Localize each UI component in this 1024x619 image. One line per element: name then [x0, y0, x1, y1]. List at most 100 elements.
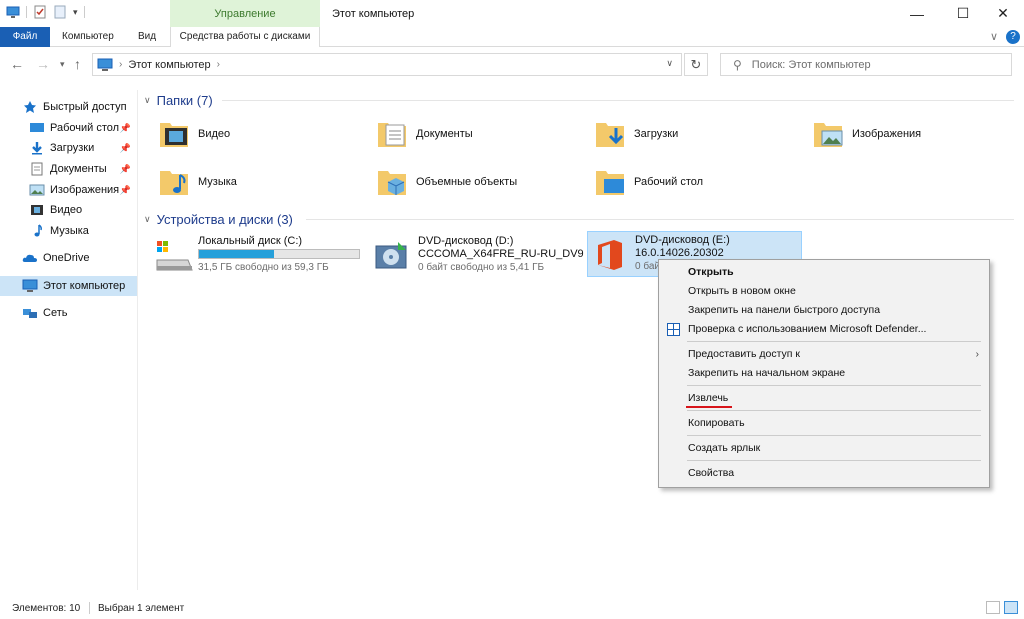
tab-file[interactable]: Файл	[0, 27, 50, 47]
help-icon[interactable]: ?	[1006, 30, 1020, 44]
drive-c[interactable]: Локальный диск (C:) 31,5 ГБ свободно из …	[154, 233, 368, 277]
folder-videos[interactable]: Видео	[158, 112, 230, 156]
chevron-right-icon: ›	[975, 349, 979, 360]
tab-computer[interactable]: Компьютер	[54, 27, 122, 47]
menu-item-pin-start[interactable]: Закрепить на начальном экране	[659, 364, 989, 383]
disk-usage-bar	[198, 249, 360, 259]
chevron-right-icon[interactable]: ›	[119, 59, 122, 70]
menu-separator	[687, 341, 981, 342]
pin-icon[interactable]: 📌	[120, 185, 131, 196]
pictures-folder-icon	[814, 123, 843, 147]
menu-item-properties[interactable]: Свойства	[659, 464, 989, 483]
refresh-button[interactable]: ↻	[684, 53, 708, 76]
menu-item-give-access[interactable]: Предоставить доступ к ›	[659, 345, 989, 364]
group-title: Папки (7)	[156, 92, 213, 108]
pin-icon[interactable]: 📌	[120, 143, 131, 154]
toolbar-divider	[83, 6, 85, 18]
search-box[interactable]: ⚲	[720, 53, 1012, 76]
folder-documents[interactable]: Документы	[376, 112, 473, 156]
back-icon[interactable]: ←	[10, 56, 24, 72]
tiles-view-icon[interactable]	[1004, 601, 1018, 614]
video-icon	[31, 205, 43, 215]
folder-label: Музыка	[198, 176, 237, 188]
minimize-button[interactable]: —	[894, 0, 940, 27]
computer-icon	[97, 58, 113, 71]
menu-item-pin-quick-access[interactable]: Закрепить на панели быстрого доступа	[659, 301, 989, 320]
tab-view[interactable]: Вид	[130, 27, 164, 47]
sidebar-item-this-pc[interactable]: Этот компьютер	[0, 276, 137, 296]
sidebar-item-documents[interactable]: Документы 📌	[0, 159, 137, 179]
sidebar-item-label: Быстрый доступ	[43, 101, 127, 113]
folder-pictures[interactable]: Изображения	[812, 112, 921, 156]
folder-music[interactable]: Музыка	[158, 160, 237, 204]
menu-item-label: Предоставить доступ к	[688, 348, 800, 360]
sidebar-item-onedrive[interactable]: OneDrive	[0, 248, 137, 268]
recent-locations-icon[interactable]: ▾	[60, 59, 65, 70]
devices-group-header[interactable]: ∨ Устройства и диски (3)	[144, 210, 1014, 228]
cloud-icon	[22, 254, 37, 262]
refresh-icon: ↻	[690, 56, 702, 72]
forward-icon[interactable]: →	[36, 56, 50, 72]
new-folder-icon[interactable]	[53, 5, 67, 19]
tab-drive-tools[interactable]: Средства работы с дисками	[170, 27, 320, 47]
chevron-down-icon[interactable]: ∨	[144, 95, 151, 106]
up-icon[interactable]: ↑	[74, 56, 81, 72]
details-view-icon[interactable]	[986, 601, 1000, 614]
menu-item-open-new-window[interactable]: Открыть в новом окне	[659, 282, 989, 301]
menu-item-defender-scan[interactable]: Проверка с использованием Microsoft Defe…	[659, 320, 989, 339]
customize-toolbar-icon[interactable]: ▾	[73, 7, 78, 18]
divider	[306, 219, 1014, 220]
sidebar-item-label: Сеть	[43, 307, 68, 319]
folder-desktop[interactable]: Рабочий стол	[594, 160, 703, 204]
menu-separator	[687, 385, 981, 386]
folder-label: Документы	[416, 128, 473, 140]
properties-icon[interactable]	[33, 5, 47, 19]
sidebar-item-label: Этот компьютер	[43, 280, 126, 292]
desktop-icon	[30, 123, 44, 132]
navigation-pane: Быстрый доступ Рабочий стол 📌 Загрузки 📌…	[0, 90, 138, 590]
chevron-down-icon[interactable]: ∨	[666, 58, 673, 69]
menu-separator	[687, 460, 981, 461]
close-button[interactable]: ✕	[980, 0, 1024, 27]
download-icon	[32, 142, 42, 155]
menu-item-open[interactable]: Открыть	[659, 263, 989, 282]
disk-usage-fill	[199, 250, 275, 258]
sidebar-item-label: Документы	[50, 163, 107, 175]
computer-icon	[22, 279, 38, 292]
computer-icon[interactable]	[6, 5, 20, 19]
folder-3d-objects[interactable]: Объемные объекты	[376, 160, 517, 204]
menu-item-label: Проверка с использованием Microsoft Defe…	[688, 323, 927, 335]
sidebar-item-downloads[interactable]: Загрузки 📌	[0, 138, 137, 158]
sidebar-item-label: Музыка	[50, 225, 89, 237]
address-bar[interactable]: › Этот компьютер › ∨	[92, 53, 682, 76]
drive-label: 16.0.14026.20302	[635, 247, 724, 259]
sidebar-item-label: Рабочий стол	[50, 122, 120, 134]
menu-separator	[687, 435, 981, 436]
chevron-right-icon[interactable]: ›	[217, 59, 220, 70]
breadcrumb[interactable]: Этот компьютер	[128, 59, 210, 71]
sidebar-item-music[interactable]: Музыка	[0, 221, 137, 241]
sidebar-item-network[interactable]: Сеть	[0, 303, 137, 323]
divider	[222, 100, 1014, 101]
chevron-down-icon[interactable]: ∨	[144, 214, 151, 225]
sidebar-item-label: Изображения	[50, 184, 120, 196]
search-input[interactable]	[751, 58, 992, 71]
menu-item-create-shortcut[interactable]: Создать ярлык	[659, 439, 989, 458]
hard-drive-icon	[156, 241, 193, 271]
expand-ribbon-button[interactable]: ∨	[990, 27, 998, 47]
star-icon	[24, 101, 36, 113]
drive-d[interactable]: DVD-дисковод (D:) CCCOMA_X64FRE_RU-RU_DV…	[374, 233, 588, 277]
menu-item-copy[interactable]: Копировать	[659, 414, 989, 433]
sidebar-item-desktop[interactable]: Рабочий стол 📌	[0, 118, 137, 138]
pin-icon[interactable]: 📌	[120, 123, 131, 134]
pin-icon[interactable]: 📌	[120, 164, 131, 175]
ribbon-tabs: Файл Компьютер Вид Средства работы с дис…	[0, 27, 1024, 47]
manage-contextual-tab[interactable]: Управление	[170, 0, 320, 27]
sidebar-item-videos[interactable]: Видео	[0, 200, 137, 220]
item-count: Элементов: 10	[12, 603, 81, 614]
3d-objects-folder-icon	[378, 171, 406, 195]
folders-group-header[interactable]: ∨ Папки (7)	[144, 91, 1014, 109]
folder-downloads[interactable]: Загрузки	[594, 112, 678, 156]
sidebar-item-pictures[interactable]: Изображения 📌	[0, 180, 137, 200]
sidebar-item-quick-access[interactable]: Быстрый доступ	[0, 97, 137, 117]
